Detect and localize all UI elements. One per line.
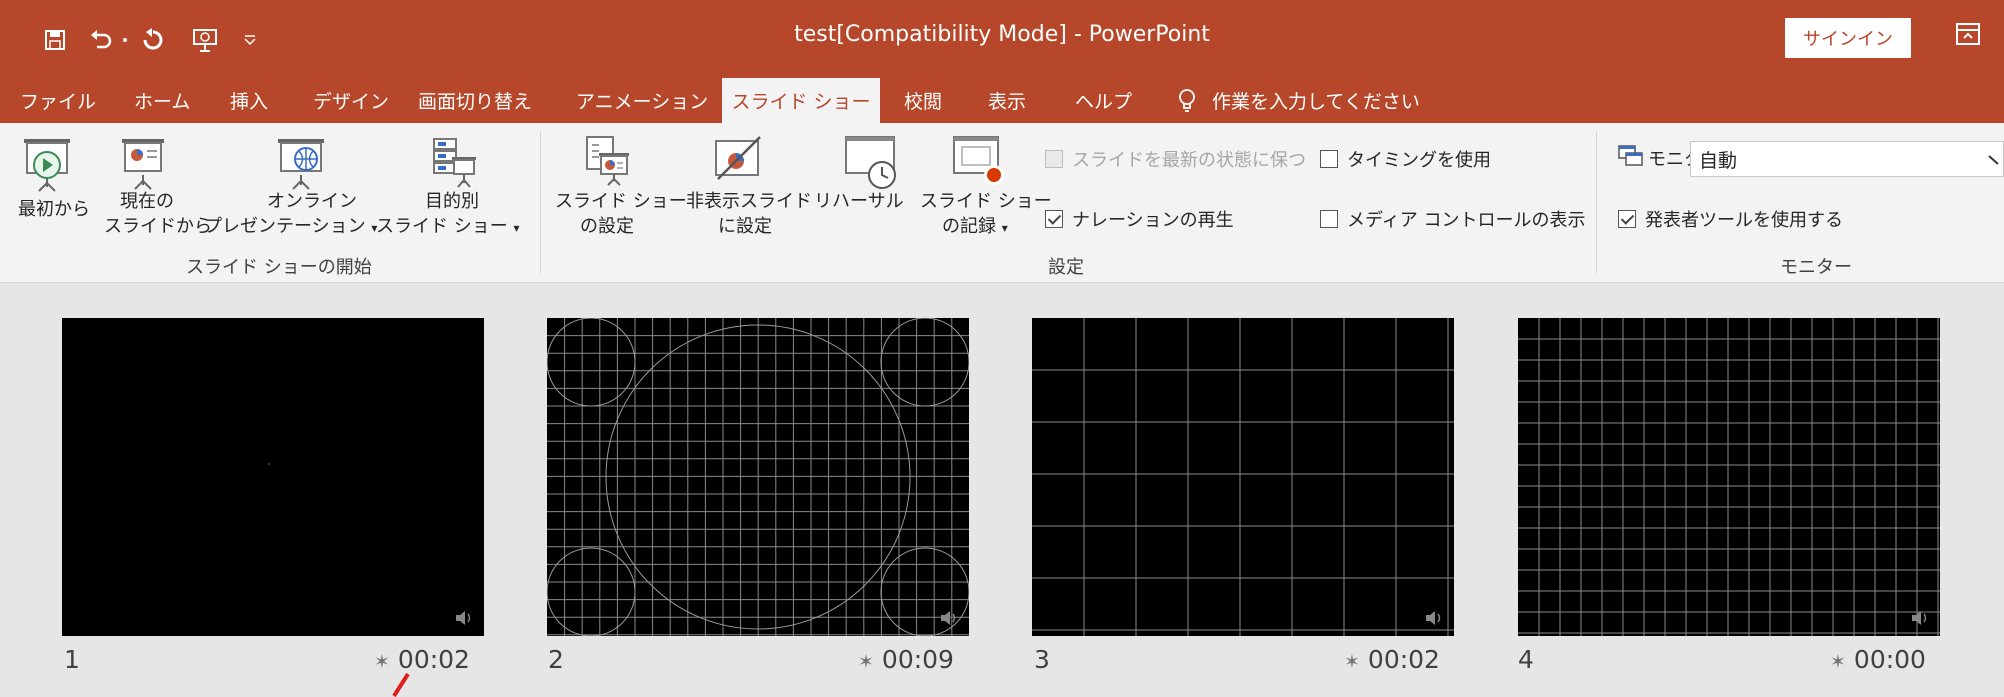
slide-show-ribbon: 最初から 現在の スライドから オンライン プレゼンテーション ▾ 目的別 スラ…	[0, 123, 2004, 283]
tell-me-search[interactable]: 作業を入力してください	[1178, 78, 1420, 123]
tab-file[interactable]: ファイル	[20, 78, 96, 123]
tell-me-label: 作業を入力してください	[1212, 91, 1420, 113]
from-current-label-line2[interactable]: スライドから	[104, 214, 212, 239]
record-slide-show-label-line1[interactable]: スライド ショー	[920, 189, 1052, 214]
checkbox-box[interactable]	[1618, 210, 1636, 228]
record-slide-show-label-line2[interactable]: の記録 ▾	[942, 214, 1008, 241]
ribbon-tab-bar: ファイル ホーム 挿入 デザイン 画面切り替え アニメーション スライド ショー…	[0, 78, 2004, 123]
ribbon-display-options-icon[interactable]	[1955, 22, 1985, 52]
slide-time-value: 00:02	[1367, 645, 1440, 674]
tab-animations[interactable]: アニメーション	[576, 78, 708, 123]
set-up-slide-show-label-line1[interactable]: スライド ショー	[555, 189, 687, 214]
grid-circle	[880, 318, 969, 407]
checkbox-box[interactable]	[1320, 150, 1338, 168]
tab-transitions[interactable]: 画面切り替え	[418, 78, 532, 123]
transition-icon: ✶	[1344, 651, 1360, 673]
slide-number: 4	[1518, 645, 1534, 674]
monitor-dropdown[interactable]: 自動	[1690, 141, 2004, 177]
custom-slide-show-label-line2[interactable]: スライド ショー ▾	[376, 214, 520, 241]
play-narrations-checkbox[interactable]: ナレーションの再生	[1045, 206, 1234, 232]
custom-slide-show-label-line1[interactable]: 目的別	[425, 189, 479, 214]
transition-icon: ✶	[1830, 651, 1846, 673]
tab-view[interactable]: 表示	[988, 78, 1026, 123]
slide-timing: ✶ 00:09	[858, 645, 954, 674]
slide-thumbnail[interactable]	[62, 318, 484, 636]
group-separator	[540, 131, 541, 273]
use-presenter-view-label: 発表者ツールを使用する	[1645, 210, 1843, 231]
checkbox-box	[1045, 150, 1063, 168]
record-slide-show-icon[interactable]	[952, 135, 1008, 197]
audio-icon	[456, 611, 471, 625]
tab-help[interactable]: ヘルプ	[1075, 78, 1132, 123]
hide-slide-icon[interactable]	[712, 135, 764, 191]
rehearse-timings-label[interactable]: リハーサル	[814, 189, 904, 214]
hide-slide-label-line1[interactable]: 非表示スライド	[686, 189, 812, 214]
play-narrations-label: ナレーションの再生	[1072, 210, 1234, 231]
show-media-controls-label: メディア コントロールの表示	[1347, 210, 1586, 231]
audio-icon	[941, 611, 956, 625]
audio-icon	[1426, 611, 1441, 625]
from-beginning-icon[interactable]	[18, 135, 76, 201]
audio-icon	[1912, 611, 1927, 625]
title-bar: test[Compatibility Mode] - PowerPoint サイ…	[0, 0, 2004, 78]
monitor-icon	[1618, 145, 1644, 173]
keep-slides-updated-label: スライドを最新の状態に保つ	[1072, 150, 1306, 171]
use-timings-checkbox[interactable]: タイミングを使用	[1320, 146, 1491, 172]
slide-timing: ✶ 00:02	[1344, 645, 1440, 674]
powerpoint-window: test[Compatibility Mode] - PowerPoint サイ…	[0, 0, 2004, 697]
slide-grid-graphic	[547, 318, 969, 636]
present-online-label-line2[interactable]: プレゼンテーション ▾	[204, 214, 377, 241]
chevron-down-icon[interactable]	[1987, 154, 2004, 166]
window-title: test[Compatibility Mode] - PowerPoint	[794, 22, 1210, 47]
use-timings-label: タイミングを使用	[1347, 150, 1491, 171]
keep-slides-updated-checkbox: スライドを最新の状態に保つ	[1045, 146, 1306, 172]
from-current-label-line1[interactable]: 現在の	[120, 189, 190, 214]
checkbox-box[interactable]	[1045, 210, 1063, 228]
tab-home[interactable]: ホーム	[134, 78, 190, 123]
group-separator	[1596, 131, 1597, 273]
set-up-slide-show-icon[interactable]	[585, 135, 633, 191]
slide-grid-graphic	[1518, 318, 1940, 636]
transition-icon: ✶	[374, 651, 390, 673]
slide-thumbnail[interactable]	[1032, 318, 1454, 636]
signin-button[interactable]: サインイン	[1785, 18, 1911, 58]
checkbox-box[interactable]	[1320, 210, 1338, 228]
hide-slide-label-line2[interactable]: に設定	[718, 214, 772, 239]
grid-circle	[547, 318, 636, 407]
grid-circle	[547, 547, 636, 636]
tab-review[interactable]: 校閲	[904, 78, 942, 123]
use-presenter-view-checkbox[interactable]: 発表者ツールを使用する	[1618, 206, 1843, 232]
slide-time-value: 00:09	[881, 645, 954, 674]
tab-design[interactable]: デザイン	[313, 78, 389, 123]
group-label-start: スライド ショーの開始	[186, 257, 372, 278]
set-up-slide-show-label-line2[interactable]: の設定	[580, 214, 634, 239]
monitor-dropdown-value: 自動	[1699, 149, 1738, 172]
lightbulb-icon	[1179, 88, 1195, 112]
tab-insert[interactable]: 挿入	[230, 78, 268, 123]
slide-time-value: 00:00	[1853, 645, 1926, 674]
group-label-monitors: モニター	[1780, 257, 1852, 278]
slide-timing: ✶ 00:00	[1830, 645, 1926, 674]
slide-thumbnail[interactable]	[1518, 318, 1940, 636]
slide-timing: ✶ 00:02	[374, 645, 470, 674]
present-online-label-line1[interactable]: オンライン	[267, 189, 357, 214]
group-label-setup: 設定	[1048, 257, 1084, 278]
show-media-controls-checkbox[interactable]: メディア コントロールの表示	[1320, 206, 1585, 232]
slide-thumbnail[interactable]	[547, 318, 969, 636]
slide-number: 3	[1034, 645, 1050, 674]
from-beginning-label[interactable]: 最初から	[18, 197, 90, 222]
slide-number: 2	[548, 645, 564, 674]
tab-slide-show[interactable]: スライド ショー	[722, 78, 880, 123]
annotation-arrow	[392, 672, 410, 697]
transition-icon: ✶	[858, 651, 874, 673]
slide-grid-graphic	[1032, 318, 1454, 636]
slide-number: 1	[64, 645, 80, 674]
